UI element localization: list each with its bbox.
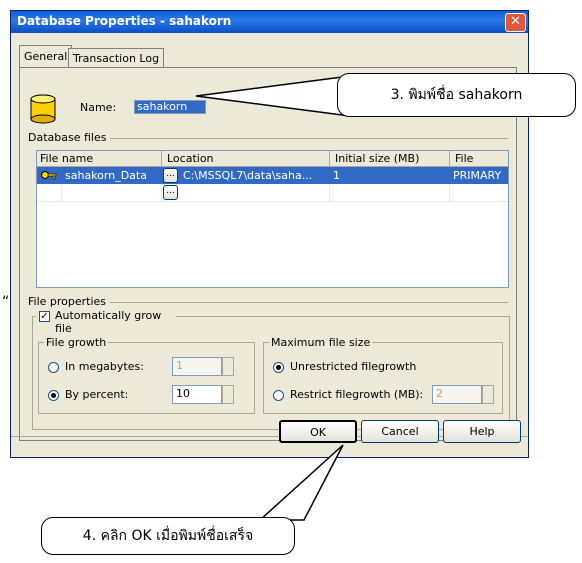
callout-step3: 3. พิมพ์ชื่อ sahakorn bbox=[337, 73, 576, 117]
callout-step4: 4. คลิก OK เมื่อพิมพ์ชื่อเสร็จ bbox=[41, 517, 295, 555]
